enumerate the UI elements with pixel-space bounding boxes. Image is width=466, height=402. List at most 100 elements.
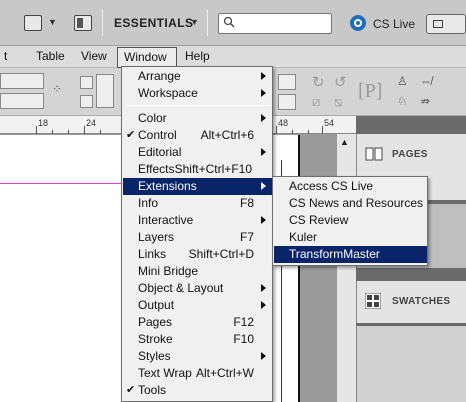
submenu-arrow-icon — [261, 114, 266, 122]
menu-item-pages[interactable]: Pages F12 — [123, 314, 272, 331]
submenu-arrow-icon — [261, 284, 266, 292]
menu-item-label: Links — [138, 247, 167, 261]
separator — [102, 10, 103, 36]
menu-item-label: Pages — [138, 315, 173, 329]
submenu-arrow-icon — [261, 182, 266, 190]
select-next-icon[interactable]: ⇏ — [420, 94, 430, 108]
menu-item-effects[interactable]: Effects Shift+Ctrl+F10 — [123, 161, 272, 178]
ruler-tick — [68, 130, 69, 134]
ruler-number: 54 — [324, 118, 335, 128]
menu-item-shortcut: F12 — [233, 315, 254, 329]
menu-item-label: Color — [138, 111, 167, 125]
submenu-item-kuler[interactable]: Kuler — [274, 229, 427, 246]
dropdown-field[interactable] — [278, 74, 296, 90]
scroll-up-arrow-icon[interactable]: ▲ — [340, 137, 349, 147]
menu-item-label: Tools — [138, 383, 167, 397]
control-field[interactable] — [0, 73, 44, 89]
menu-item-label: Workspace — [138, 86, 198, 100]
control-field[interactable] — [0, 93, 44, 109]
menu-type-partial[interactable]: t — [4, 49, 7, 63]
submenu-item-transformmaster[interactable]: TransformMaster — [274, 246, 427, 263]
flip-vertical-icon[interactable]: ⧅ — [334, 94, 342, 110]
submenu-item-label: CS Review — [289, 213, 349, 227]
panel-group — [356, 326, 466, 402]
menu-item-styles[interactable]: Styles — [123, 348, 272, 365]
constrain-icon[interactable]: ⁘ — [52, 82, 62, 96]
menu-item-shortcut: Alt+Ctrl+W — [195, 366, 254, 380]
menu-item-label: Mini Bridge — [138, 264, 199, 278]
menu-item-label: Interactive — [138, 213, 194, 227]
menu-view[interactable]: View — [81, 49, 107, 63]
minimize-button[interactable] — [426, 14, 466, 34]
vertical-scrollbar[interactable] — [336, 134, 356, 402]
menu-item-label: Styles — [138, 349, 171, 363]
select-content-icon[interactable]: ♘ — [397, 94, 408, 108]
submenu-arrow-icon — [261, 216, 266, 224]
menu-item-arrange[interactable]: Arrange — [123, 68, 272, 85]
menu-item-label: Object & Layout — [138, 281, 224, 295]
menu-item-label: Text Wrap — [138, 366, 192, 380]
menu-item-label: Control — [138, 128, 177, 142]
pages-icon — [365, 147, 383, 161]
menu-item-control[interactable]: ✔ Control Alt+Ctrl+6 — [123, 127, 272, 144]
stepper-icon[interactable] — [96, 74, 114, 108]
menu-item-mini-bridge[interactable]: Mini Bridge — [123, 263, 272, 280]
rotate-ccw-icon[interactable]: ↺ — [334, 73, 347, 91]
menu-item-shortcut: Alt+Ctrl+6 — [200, 128, 254, 142]
menu-item-text-wrap[interactable]: Text Wrap Alt+Ctrl+W — [123, 365, 272, 382]
menu-item-color[interactable]: Color — [123, 110, 272, 127]
submenu-item-label: TransformMaster — [289, 247, 380, 261]
menu-item-tools[interactable]: ✔ Tools — [123, 382, 272, 399]
submenu-item-cs-news[interactable]: CS News and Resources — [274, 195, 427, 212]
flip-icon[interactable]: ⧄ — [312, 94, 320, 110]
rotate-icon[interactable]: ↻ — [312, 73, 325, 91]
reference-point-icon[interactable] — [80, 76, 93, 89]
submenu-item-cs-review[interactable]: CS Review — [274, 212, 427, 229]
paragraph-frame-icon[interactable]: [P] — [358, 80, 382, 103]
menu-window[interactable]: Window — [117, 47, 177, 68]
arrange-documents-icon[interactable] — [74, 15, 92, 31]
submenu-item-access-cs-live[interactable]: Access CS Live — [274, 178, 427, 195]
menu-item-object-layout[interactable]: Object & Layout — [123, 280, 272, 297]
select-container-icon[interactable]: ♙ — [397, 74, 408, 88]
dropdown-field[interactable] — [278, 94, 296, 110]
search-icon — [223, 16, 235, 28]
menu-item-layers[interactable]: Layers F7 — [123, 229, 272, 246]
pages-panel-label: PAGES — [392, 149, 428, 160]
ruler-tick — [276, 126, 277, 134]
workspace-dropdown-icon[interactable]: ▼ — [190, 17, 199, 27]
menu-table[interactable]: Table — [36, 49, 65, 63]
checkmark-icon: ✔ — [126, 384, 136, 396]
menu-item-output[interactable]: Output — [123, 297, 272, 314]
reference-point-icon[interactable] — [80, 95, 93, 108]
screen-mode-dropdown-icon[interactable]: ▼ — [48, 17, 57, 27]
menu-item-label: Editorial — [138, 145, 182, 159]
cs-live-icon[interactable] — [349, 14, 367, 32]
menu-item-label: Stroke — [138, 332, 173, 346]
menu-item-label: Output — [138, 298, 175, 312]
menu-item-interactive[interactable]: Interactive — [123, 212, 272, 229]
ruler-tick — [36, 126, 37, 134]
menu-help[interactable]: Help — [185, 49, 210, 63]
menu-item-extensions[interactable]: Extensions — [123, 178, 272, 195]
workspace-switcher[interactable]: ESSENTIALS — [114, 16, 193, 30]
menu-item-shortcut: Shift+Ctrl+F10 — [174, 162, 252, 176]
search-input[interactable] — [218, 13, 332, 34]
select-previous-icon[interactable]: ⇎ — [420, 74, 432, 88]
menu-item-workspace[interactable]: Workspace — [123, 85, 272, 102]
menu-item-links[interactable]: Links Shift+Ctrl+D — [123, 246, 272, 263]
menu-item-stroke[interactable]: Stroke F10 — [123, 331, 272, 348]
screen-mode-icon[interactable] — [24, 15, 42, 31]
swatches-panel-tab[interactable]: SWATCHES — [356, 281, 466, 323]
menu-bar: t Table View Help — [0, 46, 466, 68]
menu-item-editorial[interactable]: Editorial — [123, 144, 272, 161]
ruler-number: 24 — [86, 118, 97, 128]
submenu-item-label: Kuler — [289, 230, 318, 244]
menu-item-info[interactable]: Info F8 — [123, 195, 272, 212]
cs-live-button[interactable]: CS Live — [373, 17, 415, 31]
menu-item-shortcut: F8 — [239, 196, 254, 210]
submenu-arrow-icon — [261, 352, 266, 360]
menu-item-label: Extensions — [138, 179, 197, 193]
ruler-tick — [100, 130, 101, 134]
indesign-window: ▼ ESSENTIALS ▼ CS Live t Table View Help — [0, 0, 466, 402]
